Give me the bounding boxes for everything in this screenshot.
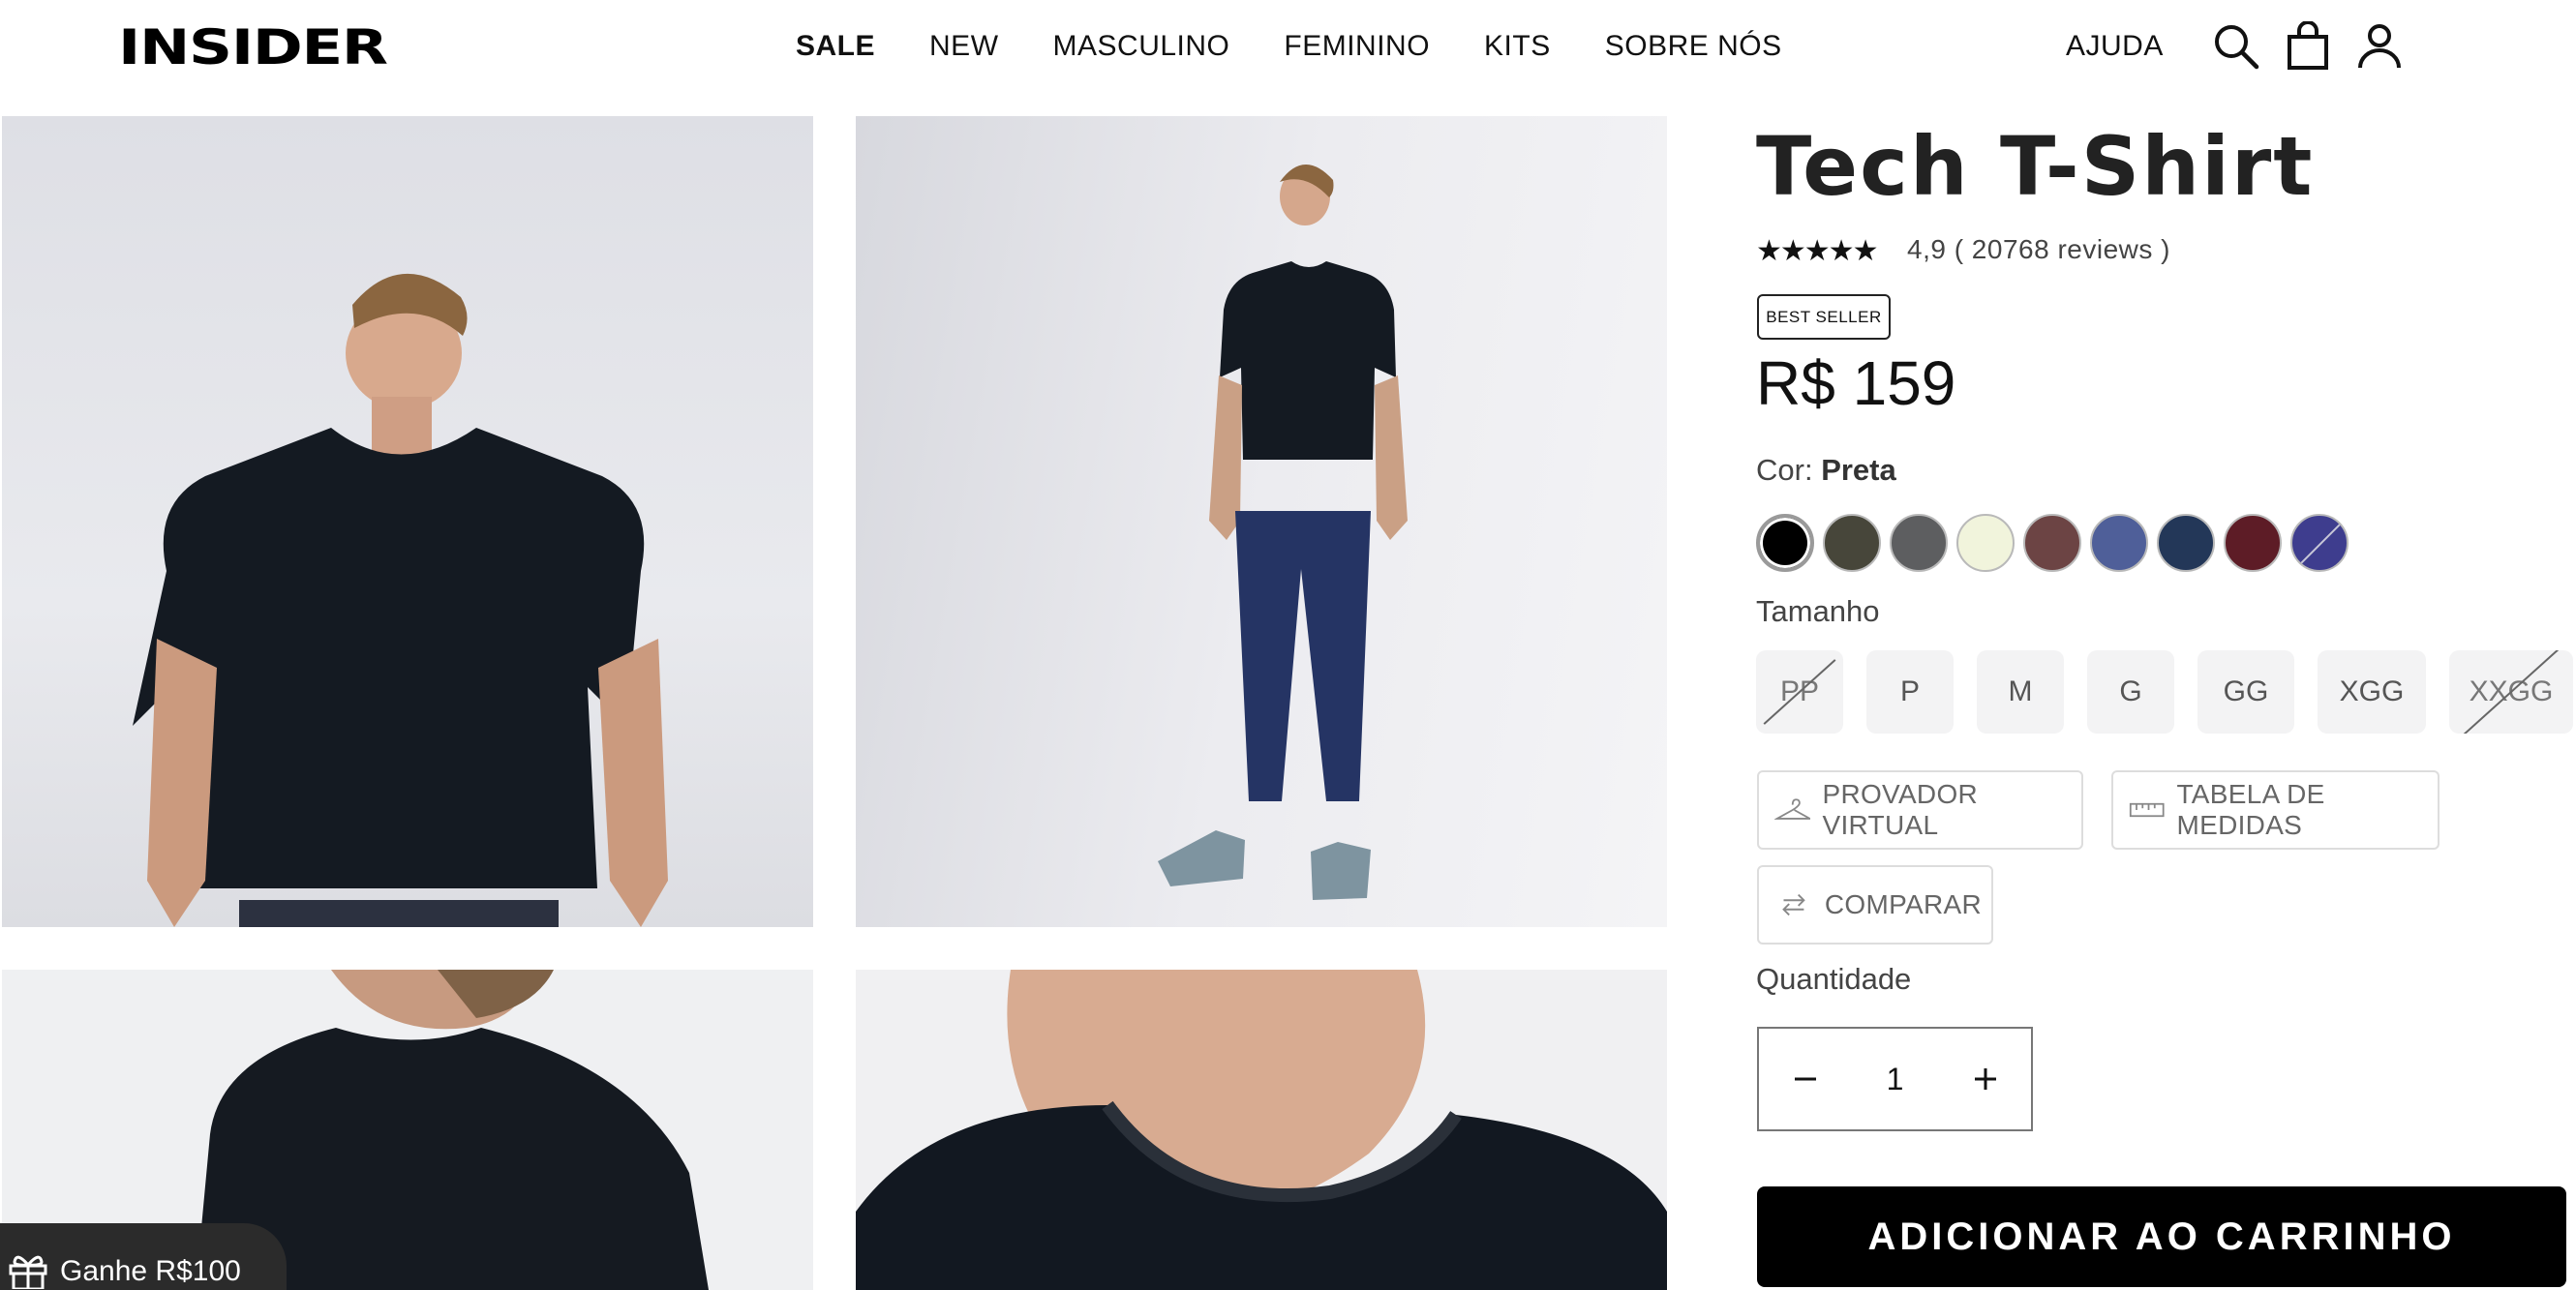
color-swatch[interactable] bbox=[2157, 514, 2215, 572]
plus-icon bbox=[1974, 1068, 1996, 1090]
best-seller-badge: BEST SELLER bbox=[1757, 294, 1891, 340]
compare-button[interactable]: COMPARAR bbox=[1757, 865, 1993, 945]
size-option-pp[interactable]: PP bbox=[1756, 650, 1843, 734]
product-photo-collar-detail[interactable] bbox=[856, 970, 1667, 1290]
compare-arrows-icon bbox=[1782, 893, 1805, 916]
gift-icon bbox=[9, 1255, 47, 1289]
color-swatch[interactable] bbox=[1756, 514, 1814, 572]
virtual-fitting-button[interactable]: PROVADOR VIRTUAL bbox=[1757, 770, 2083, 850]
site-header: INSIDER SALE NEW MASCULINO FEMININO KITS… bbox=[0, 0, 2576, 114]
color-label-text: Cor: bbox=[1756, 453, 1822, 487]
size-label: Tamanho bbox=[1756, 594, 1880, 628]
nav-feminino[interactable]: FEMININO bbox=[1284, 27, 1430, 66]
size-option-gg[interactable]: GG bbox=[2197, 650, 2294, 734]
hanger-icon bbox=[1774, 798, 1811, 820]
main-nav: SALE NEW MASCULINO FEMININO KITS SOBRE N… bbox=[796, 27, 1782, 66]
size-option-g[interactable]: G bbox=[2087, 650, 2174, 734]
color-swatches bbox=[1756, 514, 2349, 572]
color-swatch[interactable] bbox=[2290, 514, 2349, 572]
size-chart-label: TABELA DE MEDIDAS bbox=[2176, 779, 2325, 840]
virtual-fitting-label: PROVADOR VIRTUAL bbox=[1822, 779, 1979, 840]
add-to-cart-button[interactable]: ADICIONAR AO CARRINHO bbox=[1757, 1186, 2566, 1287]
rating-stars-icon[interactable]: ★★★★★ bbox=[1756, 234, 1878, 269]
compare-label: COMPARAR bbox=[1824, 889, 1982, 919]
increase-quantity-button[interactable] bbox=[1939, 1029, 2031, 1129]
ruler-icon bbox=[2129, 802, 2165, 818]
color-label: Cor: Preta bbox=[1756, 451, 1896, 490]
user-icon[interactable] bbox=[2354, 21, 2405, 72]
size-chart-button[interactable]: TABELA DE MEDIDAS bbox=[2111, 770, 2440, 850]
color-swatch[interactable] bbox=[2023, 514, 2081, 572]
nav-sale[interactable]: SALE bbox=[796, 27, 875, 66]
quantity-label: Quantidade bbox=[1756, 962, 1912, 996]
size-options: PP P M G GG XGG XXGG bbox=[1756, 650, 2573, 734]
product-title: Tech T-Shirt bbox=[1756, 119, 2315, 214]
promo-gift-tab[interactable]: Ganhe R$100 bbox=[0, 1223, 287, 1290]
size-option-p[interactable]: P bbox=[1866, 650, 1954, 734]
decrease-quantity-button[interactable] bbox=[1759, 1029, 1851, 1129]
nav-sobre-nos[interactable]: SOBRE NÓS bbox=[1605, 27, 1782, 66]
size-option-xxgg[interactable]: XXGG bbox=[2449, 650, 2573, 734]
color-swatch[interactable] bbox=[2224, 514, 2282, 572]
rating-summary[interactable]: 4,9 ( 20768 reviews ) bbox=[1907, 232, 2170, 267]
color-swatch[interactable] bbox=[1956, 514, 2015, 572]
size-option-xgg[interactable]: XGG bbox=[2318, 650, 2426, 734]
brand-logo[interactable]: INSIDER bbox=[118, 19, 388, 75]
search-icon[interactable] bbox=[2211, 21, 2261, 72]
quantity-stepper: 1 bbox=[1757, 1027, 2033, 1131]
color-swatch[interactable] bbox=[2090, 514, 2148, 572]
color-swatch[interactable] bbox=[1890, 514, 1948, 572]
color-swatch[interactable] bbox=[1823, 514, 1881, 572]
help-link[interactable]: AJUDA bbox=[2066, 27, 2164, 66]
minus-icon bbox=[1794, 1077, 1816, 1081]
selected-color-name: Preta bbox=[1821, 453, 1896, 487]
nav-kits[interactable]: KITS bbox=[1484, 27, 1551, 66]
promo-text: Ganhe R$100 bbox=[60, 1255, 241, 1287]
product-photo-full-body[interactable] bbox=[856, 116, 1667, 927]
product-photo-front[interactable] bbox=[2, 116, 813, 927]
shopping-bag-icon[interactable] bbox=[2283, 21, 2333, 72]
nav-new[interactable]: NEW bbox=[929, 27, 999, 66]
quantity-value[interactable]: 1 bbox=[1851, 1062, 1939, 1097]
product-price: R$ 159 bbox=[1756, 348, 1956, 418]
size-option-m[interactable]: M bbox=[1977, 650, 2064, 734]
nav-masculino[interactable]: MASCULINO bbox=[1053, 27, 1230, 66]
